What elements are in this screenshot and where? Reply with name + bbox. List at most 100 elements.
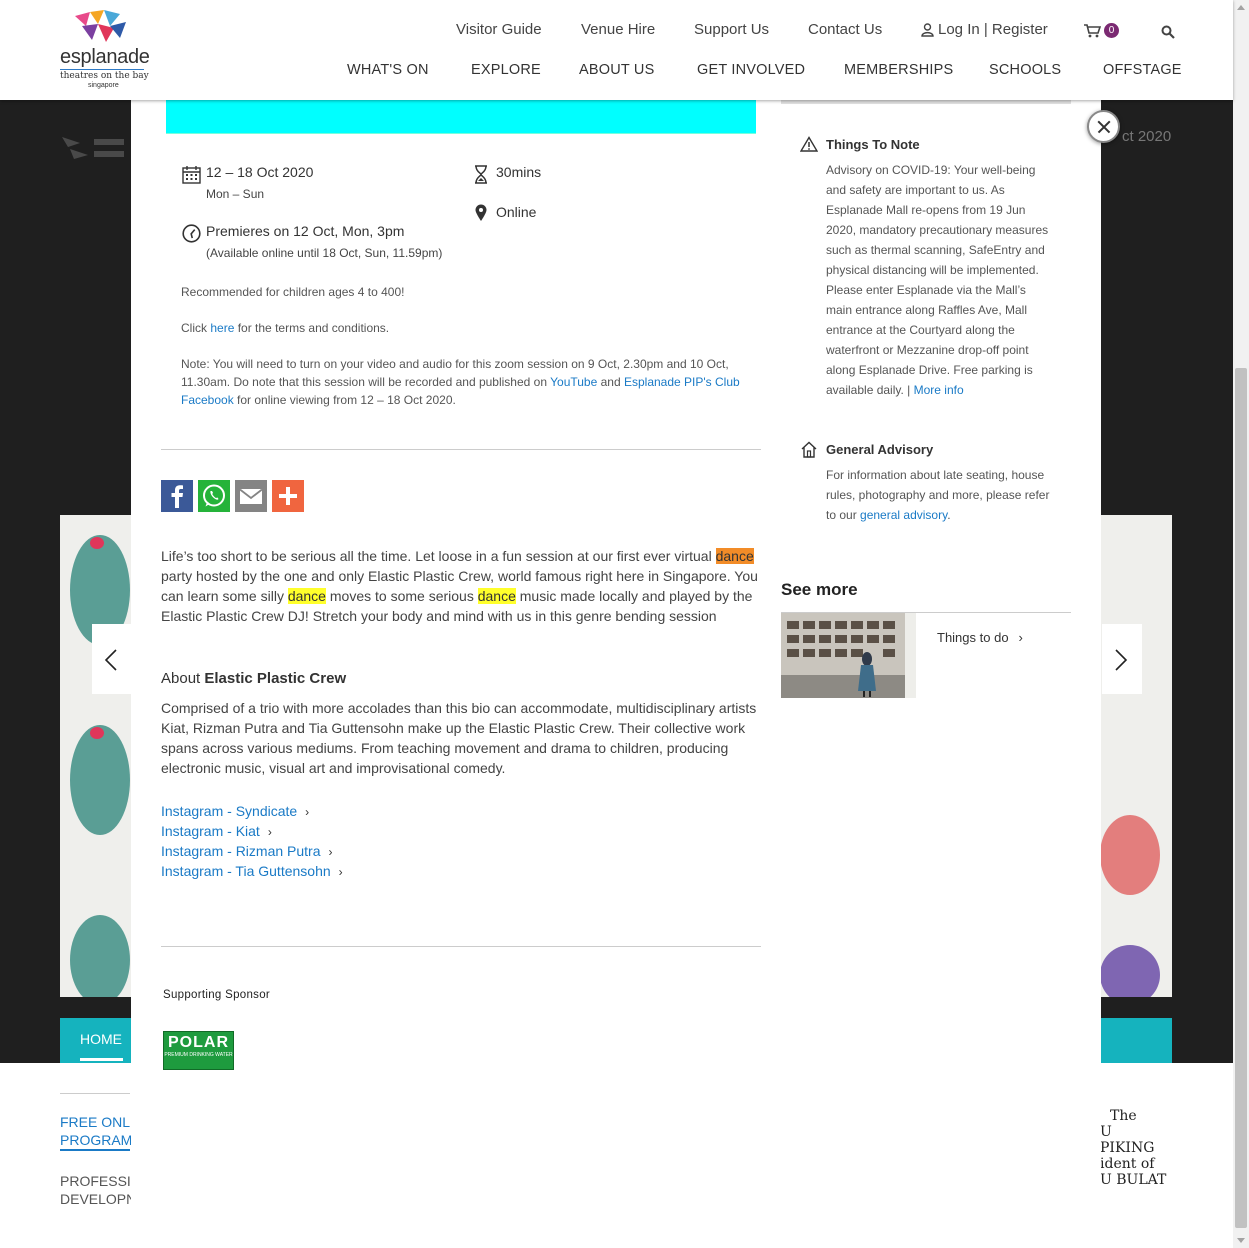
- instagram-link-kiat[interactable]: Instagram - Kiat ›: [161, 823, 272, 839]
- calendar-icon: [182, 166, 201, 184]
- nav-schools[interactable]: SCHOOLS: [989, 62, 1061, 78]
- polar-sponsor-logo[interactable]: POLAR PREMIUM DRINKING WATER: [163, 1031, 234, 1070]
- things-to-do-thumbnail[interactable]: [781, 613, 916, 698]
- about-body: Comprised of a trio with more accolades …: [161, 700, 757, 776]
- nav-contact-us[interactable]: Contact Us: [808, 21, 882, 38]
- instagram-link-rizman-putra[interactable]: Instagram - Rizman Putra ›: [161, 843, 333, 859]
- event-terms-text: Click here for the terms and conditions.: [181, 321, 390, 335]
- general-advisory-title: General Advisory: [826, 442, 934, 457]
- cart-icon[interactable]: [1083, 24, 1101, 38]
- background-home-underline: [80, 1058, 123, 1061]
- youtube-link[interactable]: YouTube: [550, 375, 597, 389]
- instagram-link-syndicate[interactable]: Instagram - Syndicate ›: [161, 803, 309, 819]
- nav-login-register[interactable]: Log In | Register: [938, 21, 1048, 38]
- scroll-down-arrow-icon[interactable]: [1237, 1238, 1245, 1243]
- section-divider: [161, 946, 761, 947]
- things-to-note-title: Things To Note: [826, 137, 920, 152]
- instagram-link-tia-guttensohn[interactable]: Instagram - Tia Guttensohn ›: [161, 863, 343, 879]
- event-note-text: Note: You will need to turn on your vide…: [181, 357, 740, 407]
- event-date-range: 12 – 18 Oct 2020: [206, 164, 314, 180]
- email-icon: [239, 488, 263, 504]
- search-highlight: dance: [287, 588, 326, 604]
- nav-get-involved[interactable]: GET INVOLVED: [697, 62, 805, 78]
- event-recommended-age: Recommended for children ages 4 to 400!: [181, 285, 405, 299]
- things-to-note-body: Advisory on COVID-19: Your well-being an…: [826, 163, 1049, 397]
- carousel-prev-button[interactable]: [92, 624, 132, 694]
- nav-venue-hire[interactable]: Venue Hire: [581, 21, 655, 38]
- carousel-next-button[interactable]: [1102, 624, 1142, 694]
- search-icon[interactable]: [1161, 25, 1175, 39]
- background-home-tab[interactable]: HOME: [80, 1031, 122, 1047]
- terms-link[interactable]: here: [210, 321, 234, 335]
- background-side-link[interactable]: PROFESSIO: [60, 1172, 142, 1190]
- chevron-right-icon: ›: [267, 825, 272, 839]
- partner-logo: [62, 137, 124, 159]
- event-availability: (Available online until 18 Oct, Sun, 11.…: [206, 246, 443, 260]
- event-duration: 30mins: [496, 164, 542, 180]
- see-more-item-link[interactable]: Things to do ›: [937, 630, 1023, 645]
- home-icon: [801, 441, 817, 458]
- nav-visitor-guide[interactable]: Visitor Guide: [456, 21, 542, 38]
- nav-whats-on[interactable]: WHAT'S ON: [347, 62, 429, 78]
- chevron-right-icon: ›: [338, 865, 343, 879]
- background-date: ct 2020: [1122, 128, 1172, 145]
- gallery-photo-image: [781, 613, 916, 698]
- sponsor-label: Supporting Sponsor: [163, 989, 271, 1001]
- logo-wordmark: esplanade: [60, 46, 150, 68]
- background-sketch-text: The U PIKING ident of U BULAT: [1100, 1108, 1167, 1188]
- event-premiere: Premieres on 12 Oct, Mon, 3pm: [206, 223, 405, 239]
- facebook-icon: [171, 485, 183, 508]
- more-info-link[interactable]: More info: [914, 383, 964, 397]
- nav-support-us[interactable]: Support Us: [694, 21, 769, 38]
- share-whatsapp-button[interactable]: [198, 480, 230, 512]
- search-highlight: dance: [715, 548, 754, 564]
- logo-tagline: theatres on the bay: [60, 71, 149, 81]
- about-heading: About Elastic Plastic Crew: [161, 670, 347, 687]
- nav-explore[interactable]: EXPLORE: [471, 62, 541, 78]
- background-side-underline: [60, 1149, 130, 1151]
- chevron-right-icon: [1115, 649, 1128, 671]
- logo-mark-icon: [75, 10, 126, 42]
- whatsapp-icon: [203, 484, 225, 507]
- logo-location: singapore: [88, 82, 119, 89]
- nav-memberships[interactable]: MEMBERSHIPS: [844, 62, 953, 78]
- share-email-button[interactable]: [235, 480, 267, 512]
- location-pin-icon: [475, 204, 487, 221]
- warning-icon: [800, 136, 818, 152]
- clock-icon: [182, 224, 201, 243]
- search-highlight: dance: [477, 588, 516, 604]
- chevron-left-icon: [104, 649, 117, 671]
- event-description: Life’s too short to be serious all the t…: [161, 548, 758, 624]
- sidebar-top-border: [781, 100, 1071, 104]
- scroll-up-arrow-icon[interactable]: [1237, 5, 1245, 10]
- event-detail-modal: 12 – 18 Oct 2020 Mon – Sun 30mins Online…: [131, 100, 1101, 1248]
- esplanade-logo[interactable]: esplanade theatres on the bay singapore: [58, 8, 150, 92]
- chevron-right-icon: ›: [305, 805, 310, 819]
- nav-about-us[interactable]: ABOUT US: [579, 62, 654, 78]
- background-divider: [60, 1093, 130, 1094]
- scrollbar-thumb[interactable]: [1235, 368, 1247, 1228]
- hourglass-icon: [475, 165, 487, 184]
- background-side-link[interactable]: DEVELOPN: [60, 1190, 136, 1208]
- background-side-link[interactable]: PROGRAM: [60, 1131, 132, 1149]
- section-divider: [161, 449, 761, 450]
- general-advisory-body: For information about late seating, hous…: [826, 468, 1050, 522]
- event-location: Online: [496, 204, 537, 220]
- see-more-heading: See more: [781, 580, 858, 599]
- share-facebook-button[interactable]: [161, 480, 193, 512]
- close-modal-button[interactable]: [1087, 110, 1120, 143]
- page-scrollbar[interactable]: [1233, 0, 1249, 1248]
- cart-count-badge: 0: [1104, 23, 1119, 38]
- event-days: Mon – Sun: [206, 187, 265, 201]
- general-advisory-link[interactable]: general advisory: [860, 508, 947, 522]
- chevron-right-icon: ›: [1018, 630, 1023, 645]
- background-side-link[interactable]: FREE ONLI: [60, 1113, 134, 1131]
- nav-offstage[interactable]: OFFSTAGE: [1103, 62, 1182, 78]
- event-banner-image: [166, 100, 756, 134]
- site-header: esplanade theatres on the bay singapore …: [0, 0, 1233, 100]
- plus-icon: [279, 487, 297, 505]
- chevron-right-icon: ›: [328, 845, 333, 859]
- logo-underline: [60, 69, 144, 70]
- share-more-button[interactable]: [272, 480, 304, 512]
- user-icon: [921, 23, 934, 37]
